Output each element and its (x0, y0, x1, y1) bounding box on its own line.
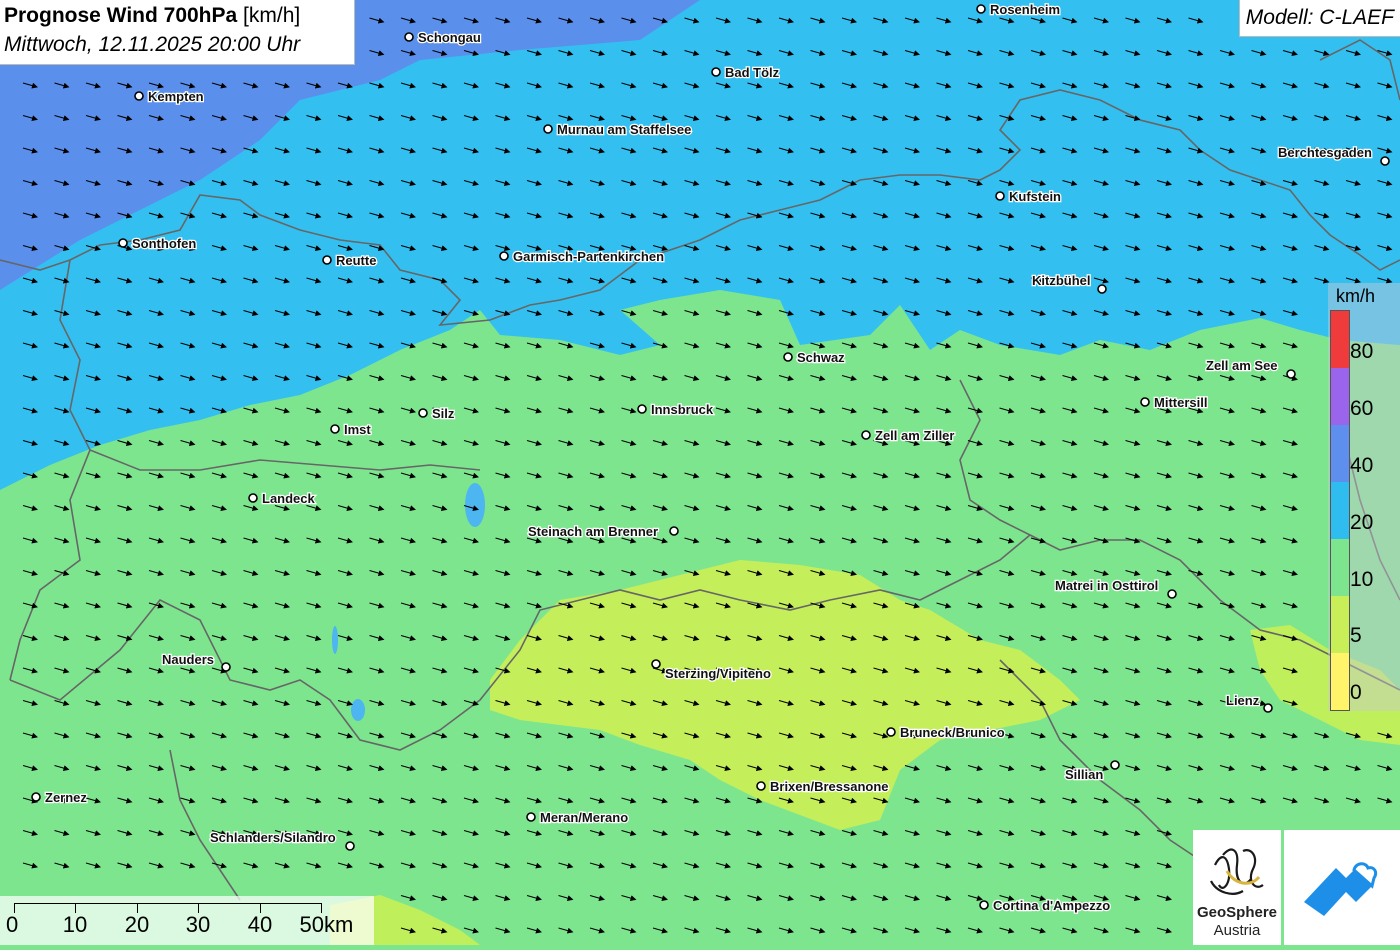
legend-label: 0 (1350, 681, 1362, 704)
city-label: Kufstein (1009, 189, 1061, 204)
legend-label: 80 (1350, 340, 1374, 363)
city-label: Schwaz (797, 350, 845, 365)
legend-label: 10 (1350, 568, 1374, 591)
legend-swatch (1331, 653, 1349, 710)
city-label: Brixen/Bressanone (770, 779, 889, 794)
city-label: Bad Tölz (725, 65, 780, 80)
city-marker-icon (995, 191, 1005, 201)
legend-swatch (1331, 539, 1349, 596)
geosphere-swirl-icon (1210, 848, 1264, 895)
title: Prognose Wind 700hPa [km/h] (4, 4, 300, 28)
city-label: Sterzing/Vipiteno (665, 666, 771, 681)
city-marker-icon (134, 91, 144, 101)
city-label: Rosenheim (990, 2, 1060, 17)
city-marker-icon (651, 659, 661, 669)
legend-swatch (1331, 596, 1349, 653)
city-label: Matrei in Osttirol (1055, 578, 1158, 593)
city-marker-icon (31, 792, 41, 802)
city-label: Cortina d'Ampezzo (993, 898, 1110, 913)
city-marker-icon (669, 526, 679, 536)
scale-label: 50km (299, 912, 354, 937)
scale-bar-line (14, 903, 321, 904)
city-label: Lienz (1226, 693, 1260, 708)
legend-label: 40 (1350, 454, 1374, 477)
city-label: Zernez (45, 790, 87, 805)
city-label: Reutte (336, 253, 376, 268)
city-marker-icon (330, 424, 340, 434)
legend-swatch (1331, 425, 1349, 482)
city-label: Bruneck/Brunico (900, 725, 1005, 740)
city-label: Zell am Ziller (875, 428, 954, 443)
city-label: Sillian (1065, 767, 1103, 782)
city-marker-icon (1380, 156, 1390, 166)
city-marker-icon (221, 662, 231, 672)
city-label: Zell am See (1206, 358, 1278, 373)
legend-swatch (1331, 311, 1349, 368)
city-marker-icon (1286, 369, 1296, 379)
geosphere-logo[interactable]: GeoSphere Austria (1193, 830, 1281, 945)
city-marker-icon (322, 255, 332, 265)
scale-label: 20 (124, 912, 150, 937)
city-marker-icon (637, 404, 647, 414)
city-marker-icon (886, 727, 896, 737)
city-label: Nauders (162, 652, 214, 667)
legend-label: 60 (1350, 397, 1374, 420)
scale-label: 0 (6, 912, 19, 937)
city-marker-icon (404, 32, 414, 42)
city-marker-icon (1263, 703, 1273, 713)
city-marker-icon (979, 900, 989, 910)
legend-swatch (1331, 368, 1349, 425)
forecast-datetime: Mittwoch, 12.11.2025 20:00 Uhr (4, 33, 301, 56)
city-marker-icon (499, 251, 509, 261)
legend-swatch (1331, 482, 1349, 539)
city-label: Meran/Merano (540, 810, 628, 825)
scale-label: 40 (247, 912, 273, 937)
legend-label: 20 (1350, 511, 1374, 534)
legend-color-bar (1330, 310, 1350, 711)
legend-unit: km/h (1336, 286, 1376, 306)
city-label: Schongau (418, 30, 481, 45)
wind-map: Rosenheim Schongau Bad Tölz Kempten Murnau a… (0, 0, 1400, 945)
scale-label: 30 (185, 912, 211, 937)
city-marker-icon (1140, 397, 1150, 407)
city-marker-icon (526, 812, 536, 822)
city-label: Silz (432, 406, 455, 421)
city-label: Imst (344, 422, 371, 437)
city-marker-icon (711, 67, 721, 77)
city-label: Innsbruck (651, 402, 714, 417)
city-marker-icon (756, 781, 766, 791)
city-marker-icon (1097, 284, 1107, 294)
city-label: Murnau am Staffelsee (557, 122, 691, 137)
city-marker-icon (861, 430, 871, 440)
city-label: Landeck (262, 491, 316, 506)
model-label: Modell: C-LAEF (1238, 0, 1400, 37)
city-marker-icon (543, 124, 553, 134)
city-marker-icon (248, 493, 258, 503)
city-label: Berchtesgaden (1278, 145, 1372, 160)
city-label: Kitzbühel (1032, 273, 1091, 288)
city-marker-icon (976, 4, 986, 14)
geosphere-logo-text: GeoSphere (1196, 904, 1278, 921)
city-marker-icon (1110, 760, 1120, 770)
city-marker-icon (418, 408, 428, 418)
title-unit: [km/h] (243, 4, 301, 27)
city-label: Mittersill (1154, 395, 1207, 410)
legend-label: 5 (1350, 624, 1362, 647)
city-label: Garmisch-Partenkirchen (513, 249, 664, 264)
title-box: Prognose Wind 700hPa [km/h] Mittwoch, 12… (0, 0, 355, 65)
scale-label: 10 (62, 912, 88, 937)
cloud-house-icon (1304, 862, 1378, 916)
city-label: Schlanders/Silandro (210, 830, 336, 845)
weather-app-logo[interactable] (1284, 830, 1400, 945)
city-marker-icon (1167, 589, 1177, 599)
city-label: Kempten (148, 89, 204, 104)
city-marker-icon (783, 352, 793, 362)
city-marker-icon (118, 238, 128, 248)
geosphere-logo-subtext: Austria (1213, 922, 1261, 939)
city-marker-icon (345, 841, 355, 851)
city-label: Steinach am Brenner (528, 524, 658, 539)
title-main: Prognose Wind 700hPa (4, 4, 238, 27)
city-label: Sonthofen (132, 236, 196, 251)
